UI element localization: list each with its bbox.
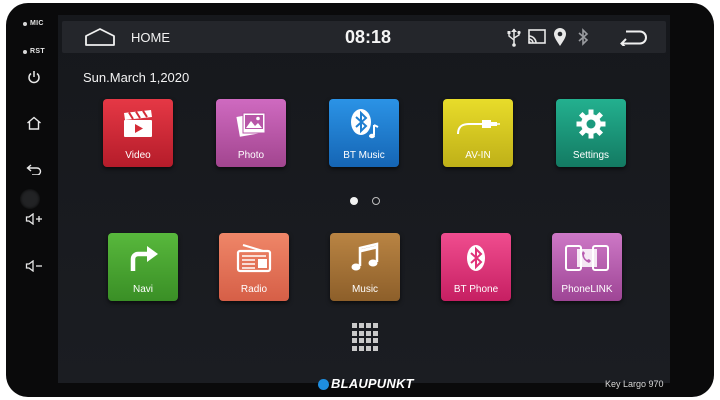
app-label: BT Music (343, 150, 385, 161)
volume-up-icon (25, 213, 42, 225)
app-bt-music[interactable]: BT Music (329, 99, 399, 167)
app-radio[interactable]: Radio (219, 233, 289, 301)
usb-icon (507, 28, 521, 47)
radio-icon (219, 238, 289, 278)
av-cable-icon (443, 104, 513, 144)
mic-label: MIC (30, 20, 44, 27)
brand-logo: BLAUPUNKT (331, 376, 414, 391)
bezel-home-button[interactable] (23, 112, 45, 134)
clock-time: 08:18 (345, 27, 392, 47)
app-grid-icon[interactable] (352, 323, 380, 351)
app-label: BT Phone (453, 284, 499, 295)
pager-dot-active[interactable] (350, 197, 358, 205)
home-outline-icon (27, 116, 41, 130)
app-label: AV-IN (465, 150, 491, 161)
photo-icon (216, 104, 286, 144)
turn-right-arrow-icon (108, 238, 178, 278)
home-label[interactable]: HOME (131, 30, 170, 45)
app-label: Photo (237, 150, 265, 161)
model-name: Key Largo 970 (605, 379, 664, 389)
video-clapper-icon (103, 104, 173, 144)
location-pin-icon (554, 28, 566, 46)
app-photo[interactable]: Photo (216, 99, 286, 167)
app-label: Navi (132, 284, 153, 295)
music-note-icon (330, 238, 400, 278)
home-button-icon[interactable] (84, 27, 116, 47)
app-music[interactable]: Music (330, 233, 400, 301)
bezel-back-button[interactable] (23, 158, 45, 180)
phone-link-icon (552, 238, 622, 278)
app-label: Settings (572, 150, 610, 161)
app-settings[interactable]: Settings (556, 99, 626, 167)
rst-indicator-dot (23, 50, 27, 54)
app-phonelink[interactable]: PhoneLINK (552, 233, 622, 301)
bluetooth-icon (578, 28, 589, 46)
display-screen: HOME 08:18 Sun.March 1,2020 Video Photo (58, 15, 670, 383)
mic-indicator-dot (23, 22, 27, 26)
app-bt-phone[interactable]: BT Phone (441, 233, 511, 301)
back-icon (26, 164, 42, 175)
return-icon[interactable] (620, 30, 648, 46)
head-unit-frame: MIC RST HOME 08:18 Sun.March 1,2020 Vide… (6, 3, 714, 397)
brand-logo-dot (318, 379, 329, 390)
volume-up-button[interactable] (23, 208, 45, 230)
pager-dot[interactable] (372, 197, 380, 205)
volume-down-icon (25, 260, 42, 272)
app-video[interactable]: Video (103, 99, 173, 167)
power-icon (28, 71, 40, 84)
app-navi[interactable]: Navi (108, 233, 178, 301)
screen-cast-icon (528, 29, 546, 44)
app-label: Radio (240, 284, 268, 295)
volume-knob[interactable] (20, 189, 40, 209)
app-label: Video (125, 150, 151, 161)
app-label: Music (351, 284, 379, 295)
bluetooth-music-icon (329, 104, 399, 144)
date-display: Sun.March 1,2020 (83, 70, 190, 85)
app-label: PhoneLINK (561, 284, 613, 295)
app-av-in[interactable]: AV-IN (443, 99, 513, 167)
gear-icon (556, 104, 626, 144)
bluetooth-phone-icon (441, 238, 511, 278)
rst-label: RST (30, 48, 45, 55)
status-bar: HOME 08:18 (62, 21, 666, 53)
volume-down-button[interactable] (23, 255, 45, 277)
power-button[interactable] (23, 66, 45, 88)
